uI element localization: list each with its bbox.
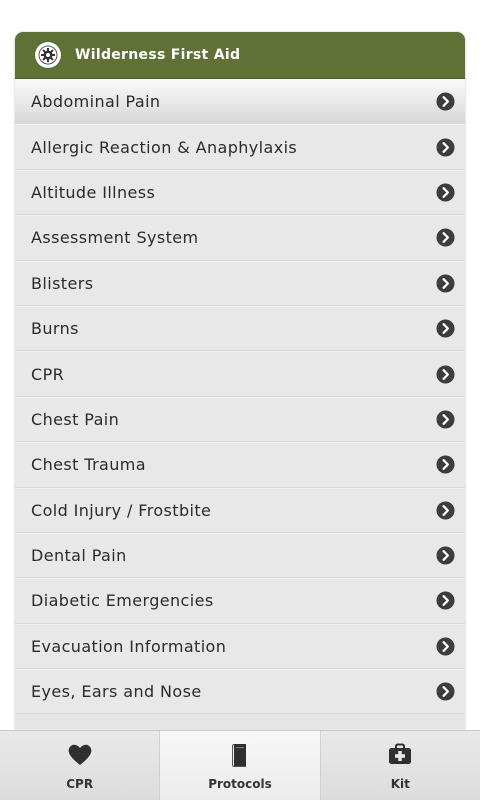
list-item-label: Allergic Reaction & Anaphylaxis bbox=[31, 137, 298, 157]
chevron-right-icon bbox=[436, 501, 455, 520]
protocol-list-panel: Wilderness First Aid Abdominal Pain Alle… bbox=[15, 32, 465, 732]
list-item-label: Dental Pain bbox=[31, 546, 127, 566]
chevron-right-icon bbox=[436, 138, 455, 157]
list-item-label: Abdominal Pain bbox=[31, 91, 161, 111]
tab-label: Protocols bbox=[208, 777, 272, 791]
list-item-label: CPR bbox=[31, 364, 65, 384]
list-item[interactable]: Dental Pain bbox=[15, 532, 465, 579]
list-item[interactable]: Blisters bbox=[15, 260, 465, 306]
list-item[interactable]: CPR bbox=[15, 351, 465, 397]
chevron-right-icon bbox=[436, 365, 455, 384]
book-icon bbox=[231, 744, 246, 767]
list-item[interactable]: Eyes, Ears and Nose bbox=[15, 669, 465, 715]
protocol-list: Abdominal Pain Allergic Reaction & Anaph… bbox=[15, 79, 465, 715]
list-item[interactable]: Abdominal Pain bbox=[15, 79, 465, 125]
list-header: Wilderness First Aid bbox=[15, 32, 465, 79]
list-item-label: Blisters bbox=[31, 273, 94, 293]
list-item-label: Altitude Illness bbox=[31, 182, 156, 202]
list-item-label: Diabetic Emergencies bbox=[31, 591, 214, 611]
chevron-right-icon bbox=[436, 319, 455, 338]
gear-icon[interactable] bbox=[35, 42, 61, 68]
list-item[interactable]: Diabetic Emergencies bbox=[15, 578, 465, 624]
list-item[interactable]: Cold Injury / Frostbite bbox=[15, 487, 465, 533]
list-item[interactable]: Chest Pain bbox=[15, 396, 465, 443]
list-item[interactable]: Burns bbox=[15, 305, 465, 352]
list-item-label: Chest Trauma bbox=[31, 455, 146, 475]
list-item[interactable]: Assessment System bbox=[15, 215, 465, 261]
list-item-label: Assessment System bbox=[31, 228, 199, 248]
tab-label: Kit bbox=[390, 777, 410, 791]
list-item[interactable]: Chest Trauma bbox=[15, 442, 465, 488]
list-item-label: Cold Injury / Frostbite bbox=[31, 500, 212, 520]
chevron-right-icon bbox=[436, 410, 455, 429]
chevron-right-icon bbox=[436, 183, 455, 202]
app-screen: Wilderness First Aid Abdominal Pain Alle… bbox=[0, 0, 480, 800]
chevron-right-icon bbox=[436, 455, 455, 474]
chevron-right-icon bbox=[436, 92, 455, 111]
chevron-right-icon bbox=[436, 637, 455, 656]
list-item[interactable]: Allergic Reaction & Anaphylaxis bbox=[15, 124, 465, 170]
list-item-label: Burns bbox=[31, 319, 79, 339]
chevron-right-icon bbox=[436, 682, 455, 701]
chevron-right-icon bbox=[436, 546, 455, 565]
chevron-right-icon bbox=[436, 591, 455, 611]
chevron-right-icon bbox=[436, 274, 455, 293]
tab-protocols[interactable]: Protocols bbox=[160, 731, 321, 800]
list-item[interactable]: Altitude Illness bbox=[15, 169, 465, 216]
heart-icon bbox=[68, 744, 91, 765]
tab-label: CPR bbox=[66, 777, 94, 791]
list-item[interactable]: Evacuation Information bbox=[15, 623, 465, 670]
first-aid-kit-icon bbox=[389, 743, 412, 764]
bottom-tab-bar: CPR Protocols Kit bbox=[0, 730, 480, 800]
list-item-label: Evacuation Information bbox=[31, 636, 227, 656]
page-title: Wilderness First Aid bbox=[75, 47, 241, 63]
list-item-label: Eyes, Ears and Nose bbox=[31, 682, 202, 702]
tab-kit[interactable]: Kit bbox=[321, 731, 480, 800]
tab-cpr[interactable]: CPR bbox=[0, 731, 161, 800]
chevron-right-icon bbox=[436, 228, 455, 247]
list-item-label: Chest Pain bbox=[31, 409, 120, 429]
